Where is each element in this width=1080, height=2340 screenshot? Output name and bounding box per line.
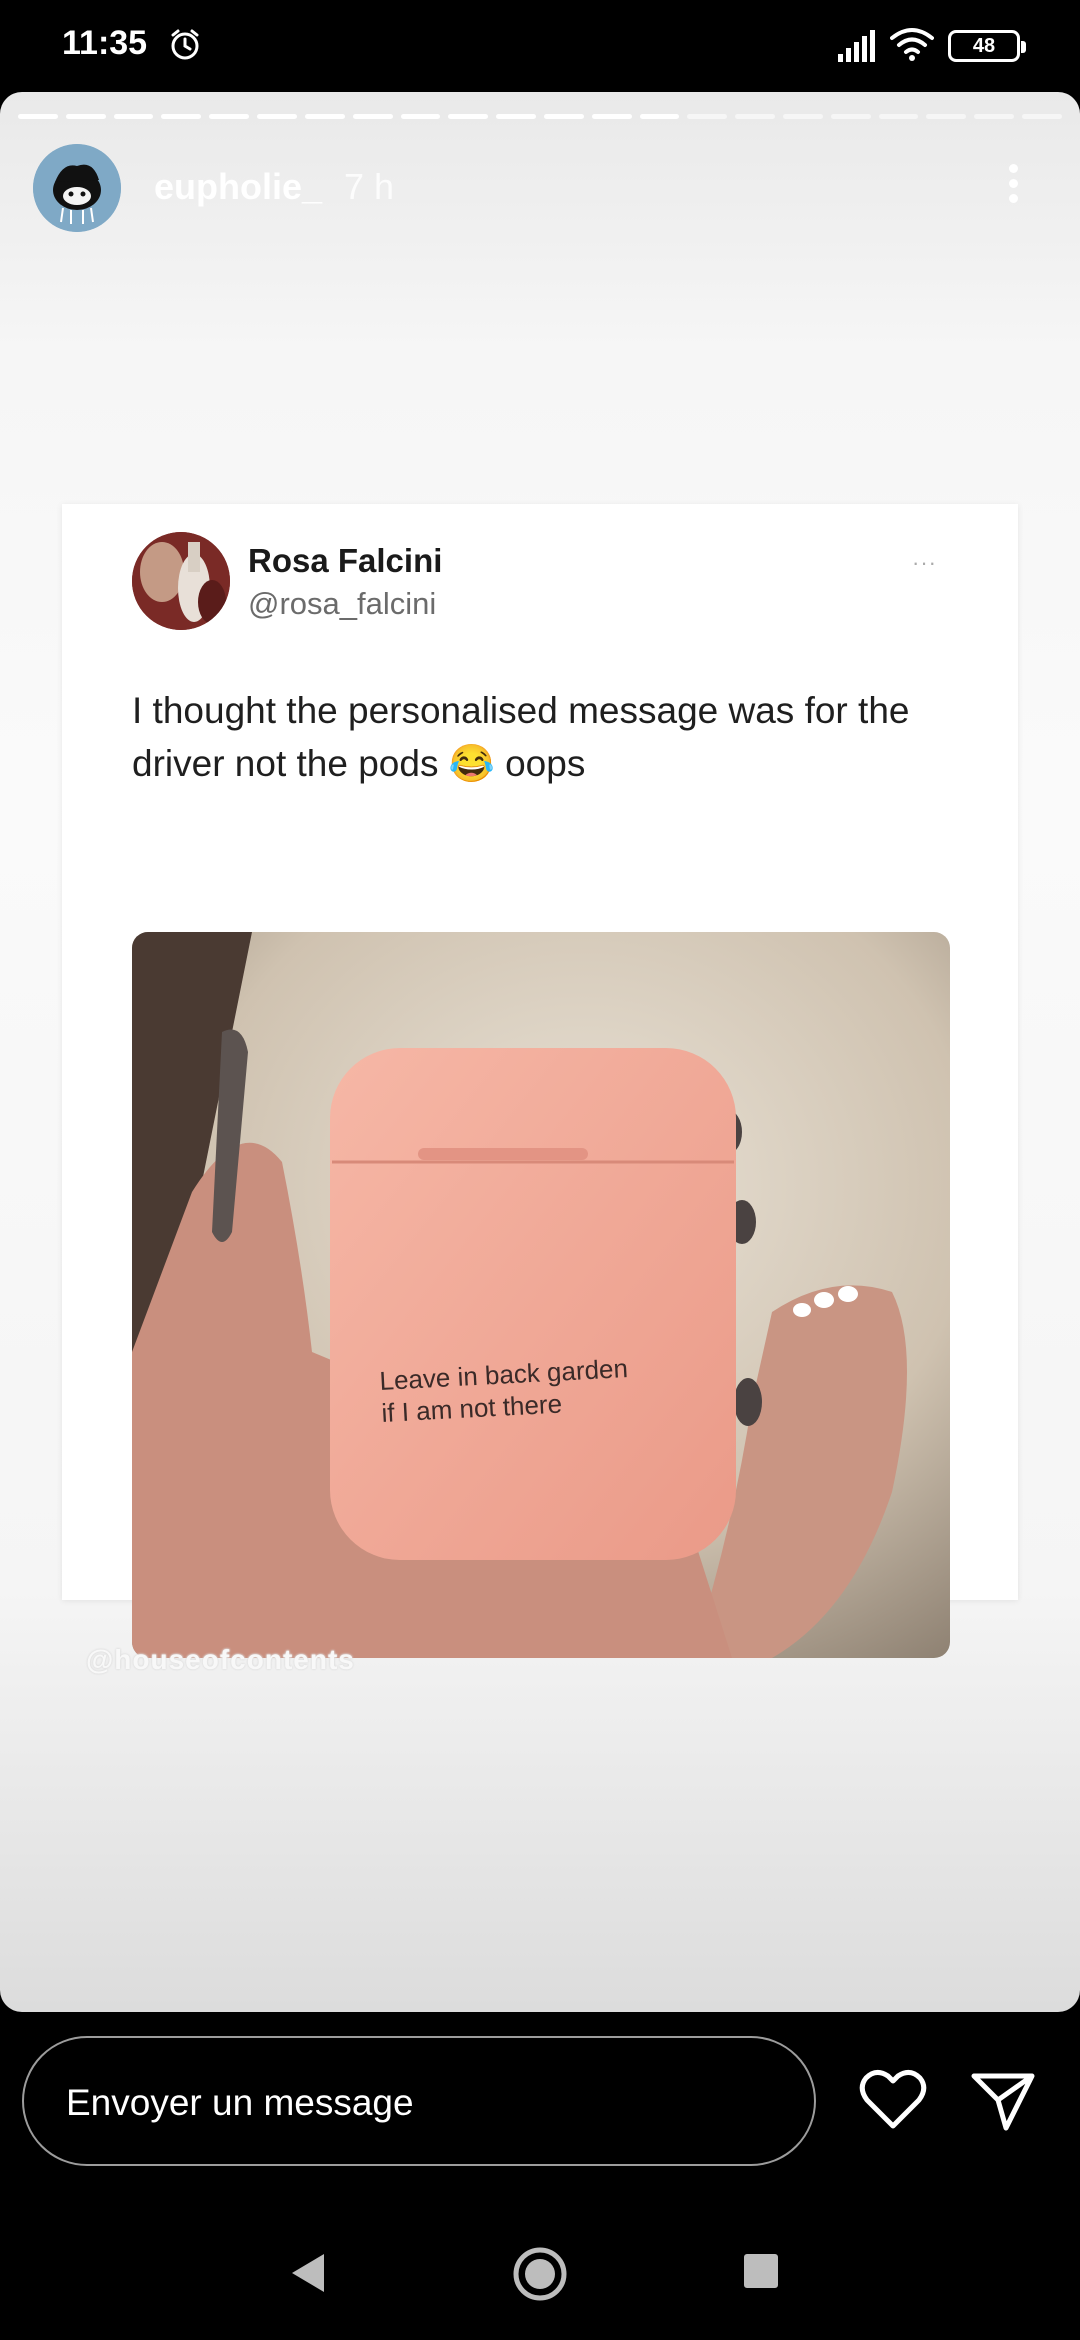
heart-icon[interactable] (858, 2068, 928, 2132)
progress-segment (878, 114, 919, 119)
progress-segment (257, 114, 297, 119)
progress-segment (735, 114, 775, 119)
progress-segment (591, 114, 632, 119)
status-bar: 11:35 48 (0, 0, 1080, 92)
progress-segment (543, 114, 584, 119)
message-input[interactable]: Envoyer un message (22, 2036, 816, 2166)
wifi-icon (890, 28, 934, 61)
tweet-avatar (132, 532, 230, 630)
progress-segment (448, 114, 489, 119)
progress-segment (687, 114, 728, 119)
progress-segment (974, 114, 1015, 119)
progress-segment (783, 114, 823, 119)
progress-segment (639, 114, 680, 119)
avatar[interactable] (33, 144, 121, 232)
tweet-photo: Leave in back garden if I am not there (132, 932, 950, 1658)
home-icon[interactable] (512, 2246, 568, 2302)
send-icon[interactable] (968, 2068, 1038, 2132)
progress-segment (209, 114, 250, 119)
story-watermark: @houseofcontents (86, 1644, 355, 1675)
progress-segment (113, 114, 154, 119)
message-input-placeholder: Envoyer un message (66, 2082, 414, 2123)
story-username[interactable]: eupholie_ (154, 166, 322, 208)
tweet-card: Rosa Falcini @rosa_falcini ··· I thought… (62, 504, 1018, 1658)
progress-segment (18, 114, 58, 119)
progress-segment (400, 114, 441, 119)
tweet-more-icon: ··· (912, 550, 937, 575)
story-progress-bar (18, 114, 1062, 119)
tweet-avatar-image (132, 532, 230, 630)
progress-segment (352, 114, 393, 119)
battery-level: 48 (972, 35, 996, 57)
status-time: 11:35 (62, 24, 148, 62)
story-viewer[interactable]: eupholie_ 7 h Rosa Falcini @rosa_falcini… (0, 92, 1080, 2012)
progress-segment (926, 114, 967, 119)
progress-segment (1022, 114, 1062, 119)
tweet-author-handle: @rosa_falcini (248, 586, 437, 621)
battery-icon: 48 (948, 30, 1026, 62)
signal-icon (838, 30, 875, 62)
progress-segment (65, 114, 106, 119)
more-options-icon[interactable] (998, 158, 1028, 214)
tweet-text: I thought the personalised message was f… (132, 690, 910, 784)
back-icon[interactable] (286, 2250, 332, 2296)
progress-segment (304, 114, 345, 119)
alarm-icon (171, 29, 199, 60)
airpods-case-photo: Leave in back garden if I am not there (132, 932, 950, 1658)
tweet-author-name: Rosa Falcini (248, 542, 443, 579)
recents-icon[interactable] (744, 2254, 778, 2288)
progress-segment (161, 114, 202, 119)
progress-segment (496, 114, 536, 119)
progress-segment (830, 114, 871, 119)
story-time-ago: 7 h (344, 166, 395, 207)
avatar-image (33, 144, 121, 232)
